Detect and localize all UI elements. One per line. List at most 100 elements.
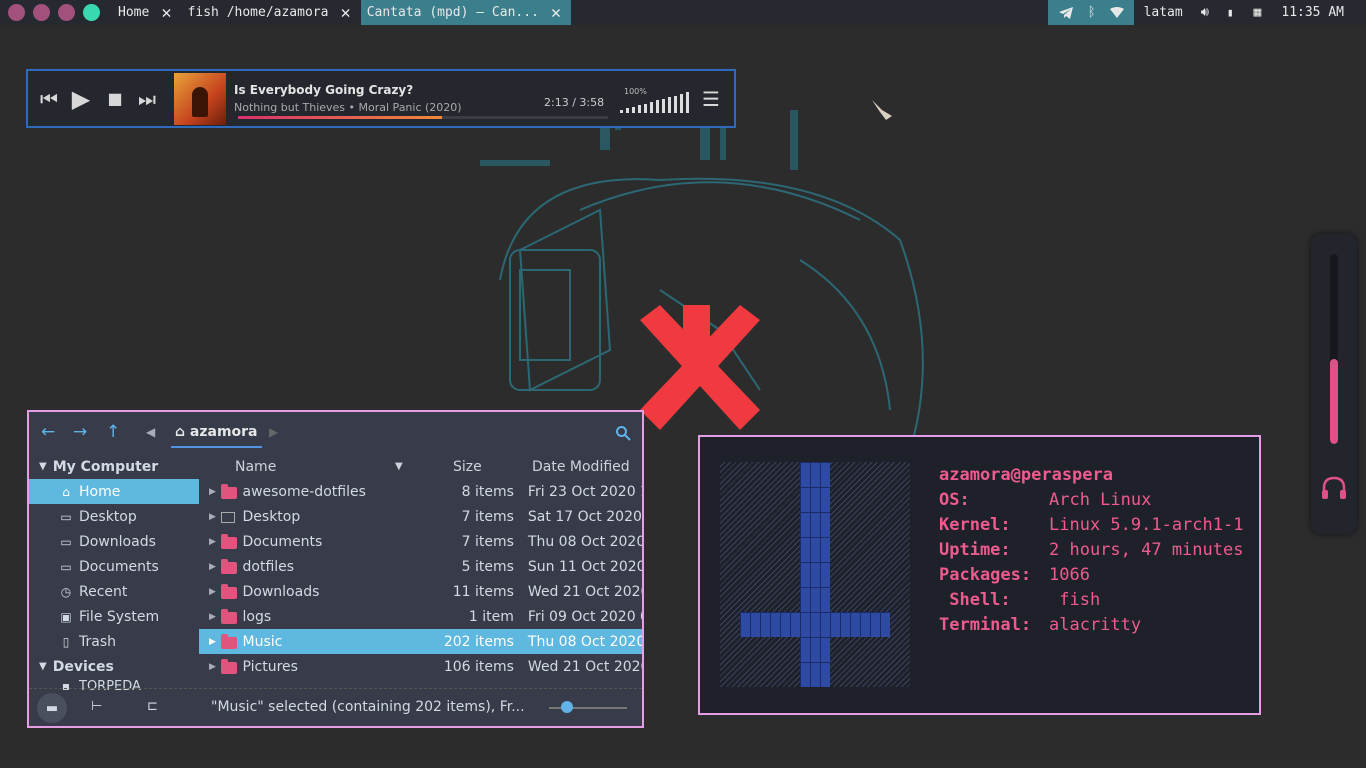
- volume-control[interactable]: 100%: [620, 87, 695, 113]
- sidebar-item-recent[interactable]: ◷ Recent: [29, 579, 199, 604]
- table-row[interactable]: ▶ Documents 7 items Thu 08 Oct 2020 11:: [199, 529, 642, 554]
- volume-icon[interactable]: 🔊︎: [1193, 5, 1217, 20]
- expander-icon[interactable]: ▶: [199, 662, 221, 672]
- tab-label: Home: [118, 5, 150, 20]
- table-row-selected[interactable]: ▶ Music 202 items Thu 08 Oct 2020 07: [199, 629, 642, 654]
- play-button[interactable]: ▶︎: [62, 85, 100, 113]
- hide-sidebar-icon[interactable]: ⊏: [147, 699, 158, 714]
- table-row[interactable]: ▶ Desktop 7 items Sat 17 Oct 2020 11:4: [199, 504, 642, 529]
- column-name[interactable]: Name: [235, 459, 395, 475]
- row-size: 5 items: [461, 558, 514, 575]
- stop-button[interactable]: ■: [100, 89, 130, 108]
- row-date: Wed 21 Oct 2020 01: [527, 658, 642, 675]
- file-manager-toolbar: ← → ↑ ◀ ⌂ azamora ▶: [29, 412, 642, 454]
- close-icon[interactable]: ✕: [161, 3, 171, 23]
- distro-logo: [720, 462, 910, 687]
- info-key: Shell:: [939, 590, 1011, 610]
- info-key: Kernel:: [939, 515, 1011, 535]
- previous-button[interactable]: ⏮︎: [36, 87, 62, 111]
- table-row[interactable]: ▶ Pictures 106 items Wed 21 Oct 2020 01: [199, 654, 642, 679]
- volume-bar: [644, 103, 647, 113]
- tab-fish[interactable]: fish /home/azamora ✕: [182, 0, 361, 25]
- menu-icon[interactable]: ☰: [702, 87, 720, 111]
- table-row[interactable]: ▶ awesome-dotfiles 8 items Fri 23 Oct 2020 …: [199, 479, 642, 504]
- workspace-dot-4[interactable]: [83, 4, 100, 21]
- devices-header: Devices: [52, 658, 114, 675]
- zoom-slider[interactable]: [549, 701, 627, 713]
- sidebar-item-downloads[interactable]: ▭ Downloads: [29, 529, 199, 554]
- search-icon[interactable]: [615, 425, 631, 441]
- expander-icon[interactable]: ▶: [199, 637, 221, 647]
- home-icon: ⌂: [62, 484, 70, 499]
- row-name: Downloads: [242, 583, 320, 600]
- back-arrow-icon[interactable]: ←: [41, 422, 55, 442]
- sort-chevron-down-icon[interactable]: ▼: [395, 461, 435, 472]
- breadcrumb[interactable]: ⌂ azamora: [171, 420, 262, 448]
- album-cover[interactable]: [174, 72, 226, 125]
- info-key: Terminal:: [939, 615, 1032, 635]
- column-date[interactable]: Date Modified: [532, 459, 630, 475]
- tab-cantata[interactable]: Cantata (mpd) — Can... ✕: [360, 0, 572, 25]
- volume-slider-fill: [1330, 358, 1338, 444]
- clock-icon: ◷: [60, 584, 72, 599]
- bluetooth-icon[interactable]: ᛒ: [1088, 5, 1096, 20]
- expander-icon[interactable]: ▶: [199, 562, 221, 572]
- expander-icon[interactable]: ▶: [199, 487, 221, 497]
- expander-icon[interactable]: ▶: [199, 612, 221, 622]
- volume-slider[interactable]: [1330, 254, 1338, 444]
- folder-icon: ▭: [60, 559, 72, 574]
- table-row[interactable]: ▶ logs 1 item Fri 09 Oct 2020 04:: [199, 604, 642, 629]
- sidebar-header: My Computer: [52, 458, 159, 475]
- wifi-icon[interactable]: [1109, 6, 1124, 19]
- battery-icon[interactable]: ▮: [1217, 6, 1244, 19]
- sidebar-section-my-computer[interactable]: ▼ My Computer: [29, 454, 199, 479]
- row-date: Thu 08 Oct 2020 11:: [527, 533, 642, 550]
- sidebar-section-devices[interactable]: ▼ Devices: [29, 654, 199, 679]
- crumb-right-icon[interactable]: ▶: [269, 425, 278, 439]
- telegram-icon[interactable]: [1058, 6, 1074, 20]
- row-size: 7 items: [461, 533, 514, 550]
- info-line: Packages: 1066: [939, 563, 1243, 588]
- expander-icon[interactable]: ▶: [199, 512, 221, 522]
- sidebar-item-trash[interactable]: ▯ Trash: [29, 629, 199, 654]
- layout-icon[interactable]: ▦: [1244, 5, 1272, 20]
- expander-icon[interactable]: ▶: [199, 587, 221, 597]
- close-icon[interactable]: ✕: [340, 3, 350, 23]
- workspace-dot-1[interactable]: [8, 4, 25, 21]
- crumb-left-icon[interactable]: ◀: [146, 425, 155, 439]
- sidebar-item-label: Documents: [79, 558, 159, 575]
- sidebar-item-home[interactable]: ⌂ Home: [29, 479, 199, 504]
- up-arrow-icon[interactable]: ↑: [106, 422, 120, 442]
- expander-icon[interactable]: ▶: [199, 537, 221, 547]
- headphones-icon[interactable]: [1321, 476, 1347, 500]
- sidebar-item-desktop[interactable]: ▭ Desktop: [29, 504, 199, 529]
- places-toggle-button[interactable]: ▬: [37, 693, 67, 723]
- info-value: fish: [1049, 590, 1101, 610]
- terminal-window[interactable]: azamora@peraspera OS: Arch Linux Kernel: L…: [698, 435, 1261, 715]
- volume-widget: [1311, 234, 1357, 534]
- seek-bar[interactable]: [238, 116, 608, 119]
- tray-icons: ᛒ: [1047, 0, 1134, 25]
- table-row[interactable]: ▶ dotfiles 5 items Sun 11 Oct 2020 10:5: [199, 554, 642, 579]
- next-button[interactable]: ⏭︎: [130, 87, 164, 111]
- workspace-dot-2[interactable]: [33, 4, 50, 21]
- row-name: logs: [242, 608, 272, 625]
- table-row[interactable]: ▶ Downloads 11 items Wed 21 Oct 2020 11:: [199, 579, 642, 604]
- forward-arrow-icon[interactable]: →: [73, 422, 87, 442]
- zoom-slider-knob[interactable]: [560, 701, 573, 713]
- clock[interactable]: 11:35 AM: [1271, 5, 1366, 20]
- column-size[interactable]: Size: [453, 459, 523, 475]
- track-title: Is Everybody Going Crazy?: [234, 83, 414, 97]
- sidebar-item-label: Desktop: [79, 508, 137, 525]
- close-icon[interactable]: ✕: [551, 3, 561, 23]
- tab-home[interactable]: Home ✕: [112, 0, 182, 25]
- bird-icon: [872, 100, 892, 120]
- tree-view-icon[interactable]: ⊢: [91, 699, 102, 714]
- sidebar-item-file-system[interactable]: ▣ File System: [29, 604, 199, 629]
- row-date: Fri 09 Oct 2020 04:: [527, 608, 642, 625]
- sidebar-item-documents[interactable]: ▭ Documents: [29, 554, 199, 579]
- keyboard-layout[interactable]: latam: [1134, 5, 1193, 20]
- workspace-dot-3[interactable]: [58, 4, 75, 21]
- row-date: Thu 08 Oct 2020 07: [527, 633, 642, 650]
- row-size: 106 items: [443, 658, 514, 675]
